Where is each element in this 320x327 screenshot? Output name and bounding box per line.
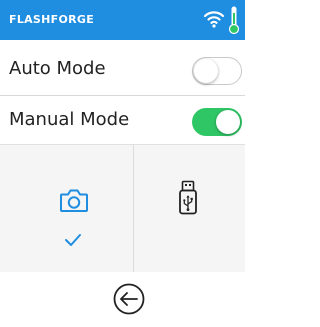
screen: FLASHFORGE Auto Mode Manual Mode: [0, 0, 245, 327]
check-icon: [65, 234, 81, 246]
manual-mode-label: Manual Mode: [9, 109, 130, 130]
thermometer-icon: [228, 6, 240, 35]
status-bar: FLASHFORGE: [0, 0, 245, 40]
manual-mode-row: Manual Mode: [0, 95, 245, 146]
file-source-panel: [0, 144, 245, 274]
camera-icon: [60, 189, 88, 212]
camera-source-button[interactable]: [0, 145, 133, 273]
brand-logo: FLASHFORGE: [9, 13, 95, 26]
back-arrow-icon[interactable]: [112, 282, 146, 316]
auto-mode-label: Auto Mode: [9, 58, 106, 79]
toggle-knob: [216, 110, 240, 134]
footer-bar: [0, 272, 245, 327]
auto-mode-toggle[interactable]: [192, 57, 242, 85]
manual-mode-toggle[interactable]: [192, 108, 242, 136]
auto-mode-row: Auto Mode: [0, 45, 245, 95]
toggle-knob: [194, 59, 218, 83]
usb-source-button[interactable]: [134, 145, 245, 273]
usb-drive-icon: [179, 180, 197, 215]
wifi-icon: [203, 11, 225, 28]
